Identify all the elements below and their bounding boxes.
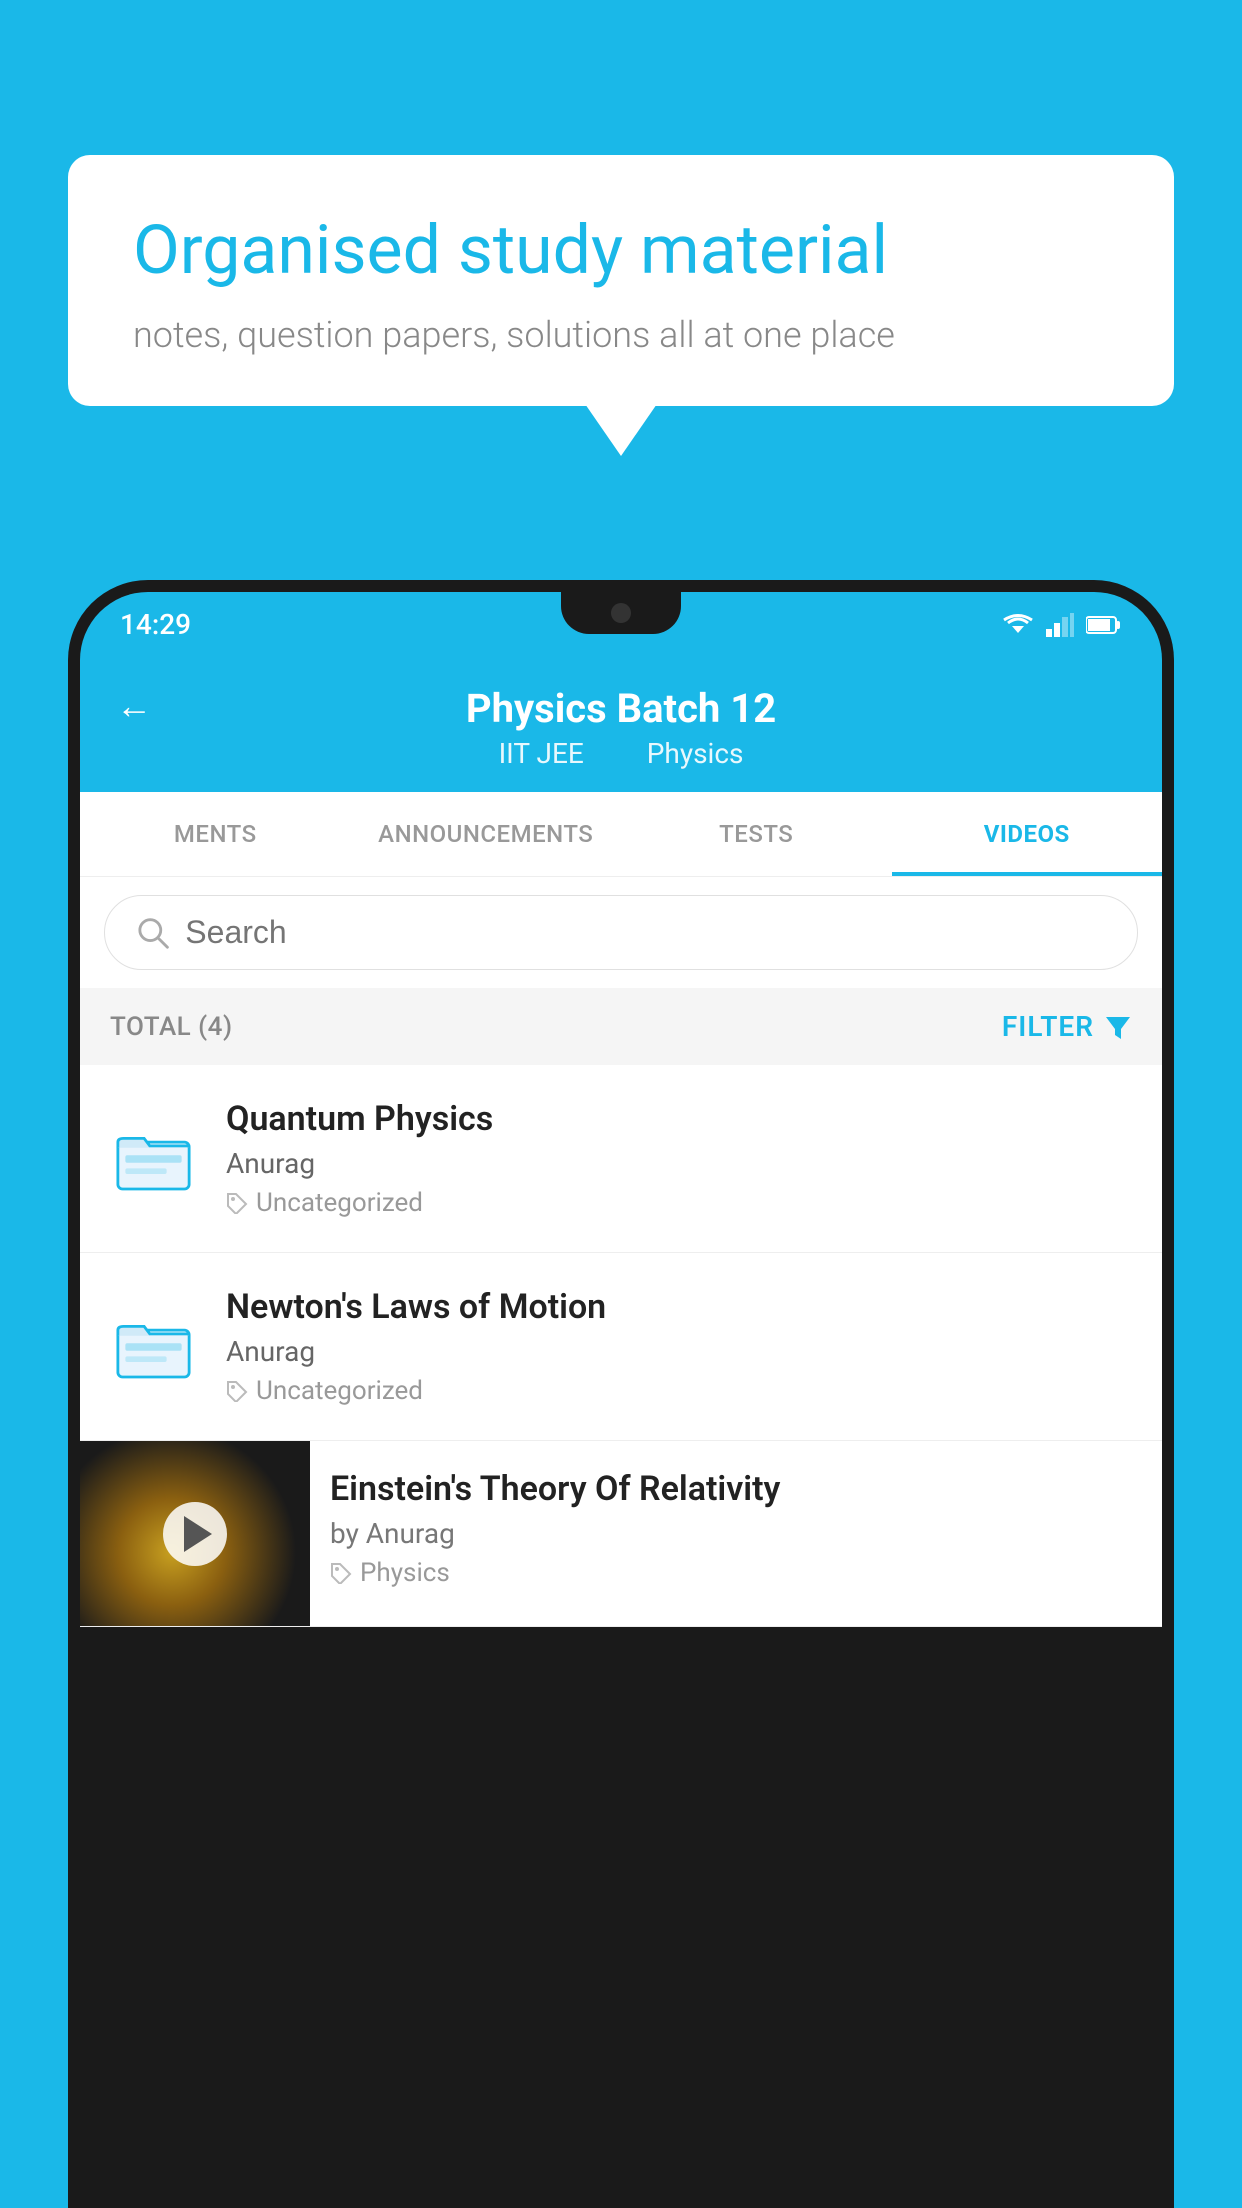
- speech-bubble-card: Organised study material notes, question…: [68, 155, 1174, 406]
- page-title: Physics Batch 12: [466, 685, 776, 732]
- phone-screen: 14:29: [80, 592, 1162, 2208]
- signal-icon: [1046, 613, 1074, 637]
- video-info-newton: Newton's Laws of Motion Anurag Uncategor…: [226, 1287, 1134, 1406]
- filter-button[interactable]: FILTER: [1002, 1010, 1132, 1043]
- folder-svg: [116, 1125, 191, 1193]
- status-bar: 14:29: [80, 592, 1162, 657]
- video-thumbnail-einstein: [80, 1441, 310, 1626]
- speech-bubble: Organised study material notes, question…: [68, 155, 1174, 406]
- video-item-einstein[interactable]: Einstein's Theory Of Relativity by Anura…: [80, 1441, 1162, 1627]
- speech-bubble-subtitle: notes, question papers, solutions all at…: [133, 314, 1109, 356]
- filter-row: TOTAL (4) FILTER: [80, 988, 1162, 1065]
- screen-content: TOTAL (4) FILTER: [80, 877, 1162, 1627]
- tabs-bar: MENTS ANNOUNCEMENTS TESTS VIDEOS: [80, 792, 1162, 877]
- tag-icon: [226, 1380, 248, 1402]
- video-author: by Anurag: [330, 1517, 1142, 1550]
- search-input[interactable]: [185, 914, 1105, 951]
- status-time: 14:29: [120, 608, 191, 641]
- tab-announcements[interactable]: ANNOUNCEMENTS: [351, 792, 622, 876]
- video-info-einstein: Einstein's Theory Of Relativity by Anura…: [310, 1441, 1162, 1608]
- video-info-quantum: Quantum Physics Anurag Uncategorized: [226, 1099, 1134, 1218]
- video-title: Einstein's Theory Of Relativity: [330, 1469, 1142, 1509]
- video-tag: Uncategorized: [226, 1376, 1134, 1406]
- subtitle-physics: Physics: [647, 737, 744, 770]
- notch: [561, 592, 681, 634]
- phone-frame: 14:29: [68, 580, 1174, 2208]
- battery-icon: [1086, 614, 1122, 636]
- play-button[interactable]: [163, 1502, 227, 1566]
- video-item-newton[interactable]: Newton's Laws of Motion Anurag Uncategor…: [80, 1253, 1162, 1441]
- video-tag: Uncategorized: [226, 1188, 1134, 1218]
- video-author: Anurag: [226, 1147, 1134, 1180]
- search-bar-container: [80, 877, 1162, 988]
- app-header: ← Physics Batch 12 IIT JEE Physics: [80, 657, 1162, 792]
- thumb-background: [80, 1441, 310, 1626]
- video-item-quantum[interactable]: Quantum Physics Anurag Uncategorized: [80, 1065, 1162, 1253]
- folder-icon-quantum: [108, 1114, 198, 1204]
- subtitle-iit: IIT JEE: [499, 737, 584, 770]
- tab-ments[interactable]: MENTS: [80, 792, 351, 876]
- folder-svg-newton: [116, 1313, 191, 1381]
- video-author: Anurag: [226, 1335, 1134, 1368]
- search-bar[interactable]: [104, 895, 1138, 970]
- folder-icon-newton: [108, 1302, 198, 1392]
- video-tag: Physics: [330, 1558, 1142, 1588]
- play-triangle-icon: [184, 1516, 212, 1552]
- status-icons: [1002, 613, 1122, 637]
- filter-icon: [1104, 1013, 1132, 1041]
- page-subtitle: IIT JEE Physics: [485, 737, 758, 770]
- speech-bubble-title: Organised study material: [133, 210, 1109, 292]
- tab-videos[interactable]: VIDEOS: [892, 792, 1163, 876]
- tag-icon: [330, 1562, 352, 1584]
- video-list: Quantum Physics Anurag Uncategorized: [80, 1065, 1162, 1627]
- tag-icon: [226, 1192, 248, 1214]
- tab-tests[interactable]: TESTS: [621, 792, 892, 876]
- wifi-icon: [1002, 613, 1034, 637]
- search-icon: [137, 916, 169, 950]
- total-count: TOTAL (4): [110, 1012, 233, 1042]
- video-title: Newton's Laws of Motion: [226, 1287, 1134, 1327]
- camera: [611, 603, 631, 623]
- video-title: Quantum Physics: [226, 1099, 1134, 1139]
- back-button[interactable]: ←: [116, 685, 152, 727]
